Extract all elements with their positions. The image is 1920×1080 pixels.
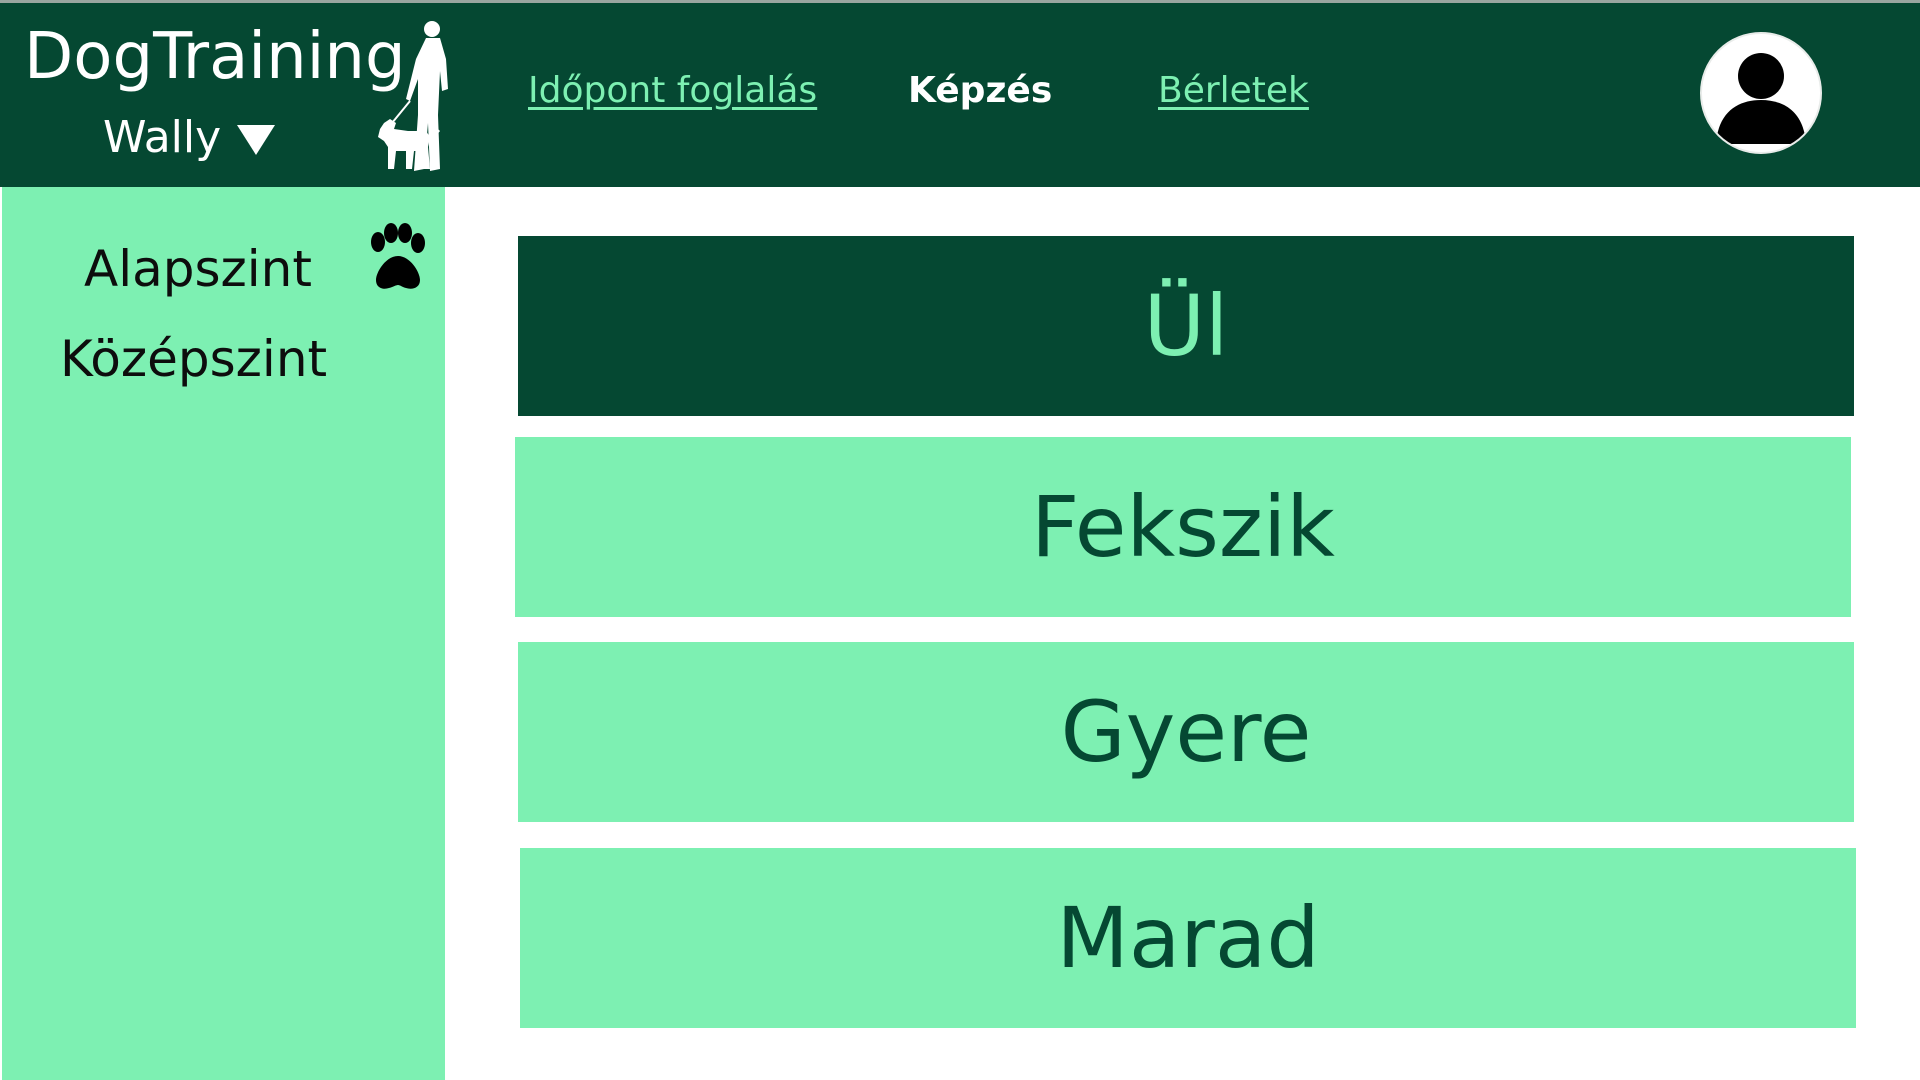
exercise-button-gyere[interactable]: Gyere <box>518 642 1854 822</box>
nav-link-training[interactable]: Képzés <box>908 67 1052 115</box>
main-nav: Időpont foglalás Képzés Bérletek <box>0 3 1920 190</box>
sidebar-item-alapszint[interactable]: Alapszint <box>84 239 312 299</box>
page: DogTraining Wally Időpont foglalás Képzé… <box>0 0 1920 1080</box>
user-avatar-icon[interactable] <box>1700 32 1822 154</box>
nav-link-booking[interactable]: Időpont foglalás <box>528 67 817 115</box>
user-silhouette <box>1716 53 1806 144</box>
exercise-button-fekszik[interactable]: Fekszik <box>515 437 1851 617</box>
level-sidebar: Alapszint Középszint <box>2 187 445 1080</box>
sidebar-item-kozepszint[interactable]: Középszint <box>60 329 327 389</box>
exercise-button-marad[interactable]: Marad <box>520 848 1856 1028</box>
top-header: DogTraining Wally Időpont foglalás Képzé… <box>0 0 1920 187</box>
paw-icon <box>371 223 425 289</box>
nav-link-passes[interactable]: Bérletek <box>1158 67 1309 115</box>
exercise-button-ul[interactable]: Ül <box>518 236 1854 416</box>
